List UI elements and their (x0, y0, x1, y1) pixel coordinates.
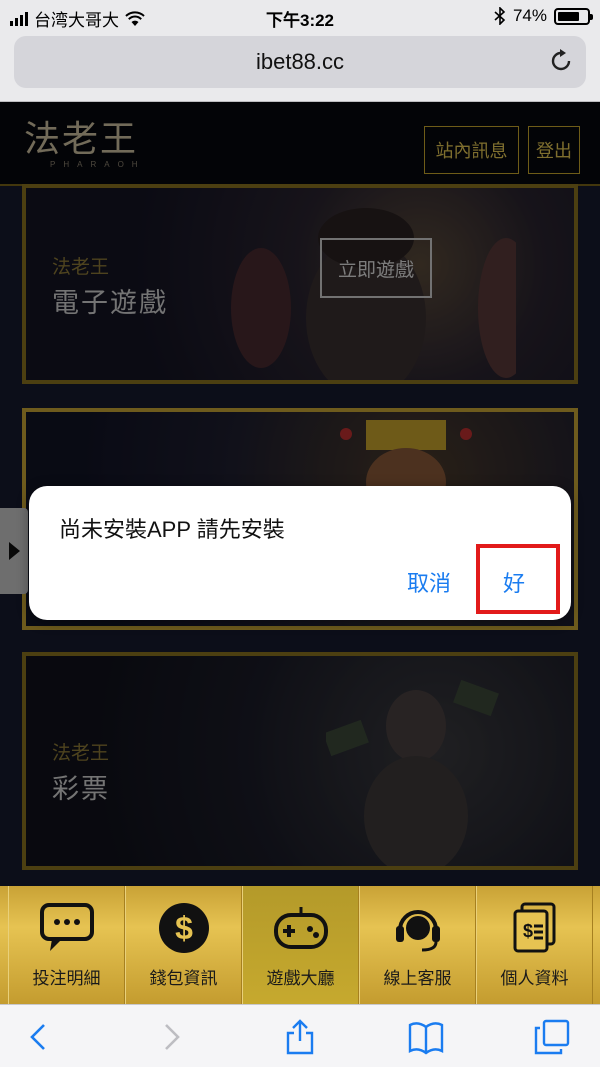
share-icon[interactable] (282, 1019, 318, 1055)
nav-label: 遊戲大廳 (266, 969, 335, 988)
bluetooth-icon (494, 7, 506, 25)
reload-icon[interactable] (548, 48, 574, 74)
svg-text:$: $ (175, 910, 193, 946)
dollar-coin-icon: $ (158, 903, 209, 953)
nav-item-profile[interactable]: $ 個人資料 (476, 886, 593, 1004)
document-icon: $ (513, 902, 555, 953)
status-bar: 台湾大哥大 下午3:22 74% (0, 0, 600, 32)
browser-address-area: ibet88.cc (0, 32, 600, 102)
nav-item-wallet[interactable]: $ 錢包資訊 (125, 886, 242, 1004)
battery-fill (558, 11, 579, 21)
gamepad-icon (273, 907, 328, 949)
nav-item-bet-details[interactable]: 投注明細 (8, 886, 125, 1004)
bottom-nav: 投注明細 $ 錢包資訊 遊戲大廳 線上客服 $ 個人資料 (0, 886, 600, 1004)
forward-icon[interactable] (152, 1019, 188, 1055)
nav-label: 個人資料 (500, 969, 569, 988)
alert-cancel-button[interactable]: 取消 (407, 566, 451, 598)
tabs-icon[interactable] (534, 1019, 570, 1055)
bookmarks-icon[interactable] (408, 1019, 444, 1055)
nav-item-game-lobby[interactable]: 遊戲大廳 (242, 886, 359, 1004)
nav-label: 線上客服 (383, 969, 452, 988)
chat-icon (39, 903, 94, 951)
back-icon[interactable] (22, 1019, 58, 1055)
nav-item-customer-service[interactable]: 線上客服 (359, 886, 476, 1004)
nav-label: 投注明細 (32, 969, 101, 988)
browser-toolbar (0, 1004, 600, 1067)
battery-percent: 74% (512, 6, 547, 25)
nav-label: 錢包資訊 (149, 969, 218, 988)
highlight-box (476, 544, 560, 614)
url-text: ibet88.cc (255, 49, 345, 74)
svg-text:$: $ (523, 921, 533, 941)
headset-icon (395, 910, 440, 952)
alert-message: 尚未安裝APP 請先安裝 (59, 517, 285, 542)
status-right: 74% (494, 6, 593, 26)
battery-icon (554, 7, 593, 25)
address-bar[interactable]: ibet88.cc (14, 36, 586, 88)
